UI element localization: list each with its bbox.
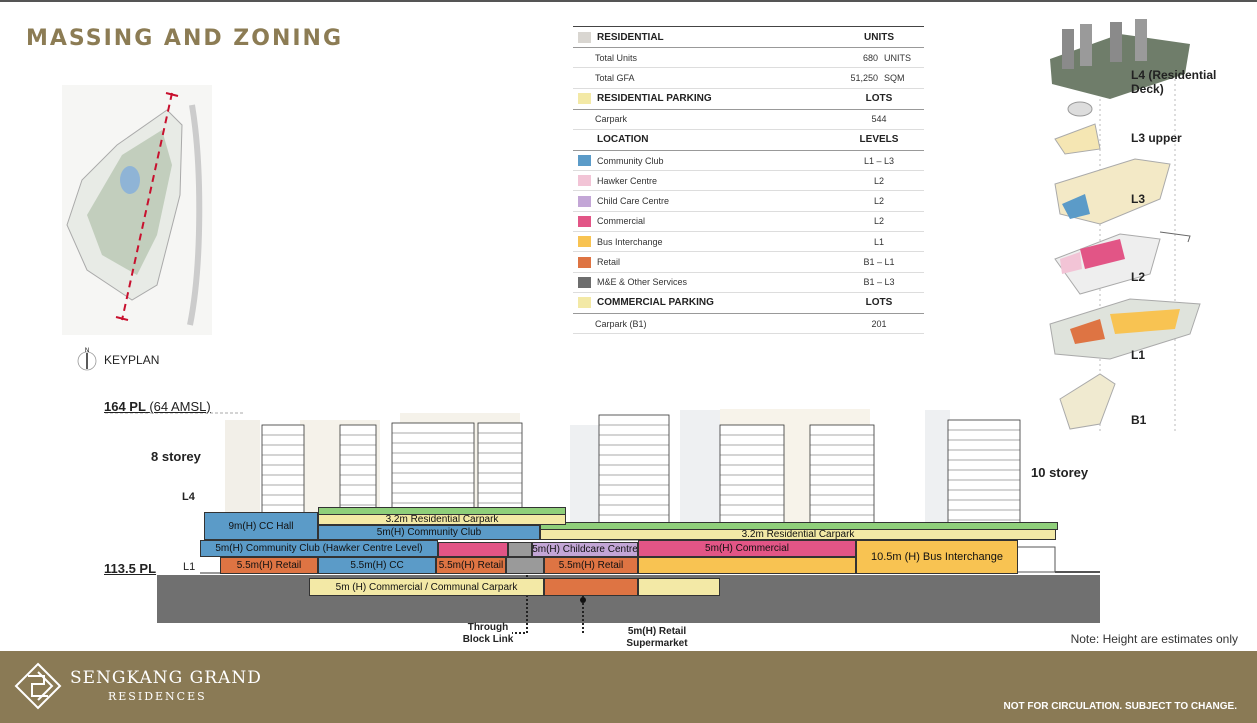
table-row: M&E & Other Services B1 – L3 [573, 273, 924, 293]
l1-label: L1 [183, 561, 196, 573]
block-me-services [508, 542, 532, 557]
table-row: Carpark 544 [573, 110, 924, 130]
brand-logo-icon [14, 662, 62, 710]
legend-swatch [578, 236, 591, 248]
disclaimer: NOT FOR CIRCULATION. SUBJECT TO CHANGE. [1003, 701, 1237, 712]
block-childcare: 5m(H) Childcare Centre [532, 542, 638, 557]
table-row: Total Units 680 UNITS [573, 48, 924, 69]
storey-right: 10 storey [1031, 465, 1089, 480]
brand-name: SENGKANG GRAND [70, 668, 262, 688]
level-label-l2: L2 [1131, 270, 1146, 284]
level-label-l4: L4 (Residential Deck) [1131, 68, 1217, 96]
level-label-l3-upper: L3 upper [1131, 131, 1182, 145]
legend-swatch [578, 256, 591, 268]
table-row: Bus Interchange L1 [573, 232, 924, 253]
table-row: Commercial L2 [573, 212, 924, 233]
legend-swatch [578, 276, 591, 288]
l3-upper-disc [1067, 101, 1093, 117]
block-bus-interchange: 10.5m (H) Bus Interchange [856, 540, 1018, 574]
level-label-l3: L3 [1131, 192, 1146, 206]
block-res-carpark-b: 3.2m Residential Carpark [540, 529, 1056, 540]
location-header: LOCATION LEVELS [573, 130, 924, 151]
pl-top-label: 164 PL (64 AMSL) [104, 399, 211, 414]
block-me-l1 [506, 557, 544, 574]
height-note: Note: Height are estimates only [1070, 632, 1238, 646]
block-bus-ext [638, 557, 856, 574]
table-row: Carpark (B1) 201 [573, 314, 924, 335]
section-background [105, 409, 1100, 635]
table-row: Total GFA 51,250 SQM [573, 68, 924, 89]
block-cc-l3: 5m(H) Community Club [318, 525, 540, 540]
page-title: MASSING AND ZONING [26, 26, 344, 51]
through-block-link-label: Through Block Link [462, 622, 514, 645]
pl-ground-label: 113.5 PL [104, 561, 157, 576]
supermarket-label: 5m(H) Retail Supermarket [626, 626, 688, 649]
table-row: Child Care Centre L2 [573, 191, 924, 212]
block-cc-hall: 9m(H) CC Hall [204, 512, 318, 540]
block-retail-a: 5.5m(H) Retail [220, 557, 318, 574]
l3-upper-diagram [1054, 123, 1101, 155]
commercial-parking-header: COMMERCIAL PARKING LOTS [573, 293, 924, 314]
block-b1-carpark: 5m (H) Commercial / Communal Carpark [309, 578, 544, 596]
block-b1-retail [544, 578, 638, 596]
block-res-carpark-a: 3.2m Residential Carpark [318, 514, 566, 525]
block-b1-carpark-b [638, 578, 720, 596]
block-cc-l1: 5.5m(H) CC [318, 557, 436, 574]
residential-parking-swatch [578, 93, 591, 105]
legend-swatch [578, 175, 591, 187]
residential-header: RESIDENTIAL UNITS [573, 27, 924, 48]
table-row: Retail B1 – L1 [573, 252, 924, 273]
residential-swatch [578, 31, 591, 43]
legend-swatch [578, 195, 591, 207]
keyplan-map [62, 85, 212, 335]
table-row: Hawker Centre L2 [573, 171, 924, 192]
block-commercial-small [438, 542, 508, 557]
commercial-parking-swatch [578, 297, 591, 309]
block-retail-b: 5.5m(H) Retail [436, 557, 506, 574]
zoning-table: RESIDENTIAL UNITS Total Units 680 UNITS T… [573, 26, 924, 335]
brand-sub: RESIDENCES [108, 690, 207, 703]
legend-swatch [578, 215, 591, 227]
l4-label: L4 [182, 491, 195, 503]
table-row: Community Club L1 – L3 [573, 151, 924, 172]
keyplan-label: KEYPLAN [104, 353, 160, 367]
block-commercial: 5m(H) Commercial [638, 540, 856, 557]
level-label-l1: L1 [1131, 348, 1146, 362]
residential-parking-header: RESIDENTIAL PARKING LOTS [573, 89, 924, 110]
top-rule [0, 0, 1257, 2]
block-cc-hawker: 5m(H) Community Club (Hawker Centre Leve… [200, 540, 438, 557]
block-retail-c: 5.5m(H) Retail [544, 557, 638, 574]
north-label: N [85, 348, 89, 354]
legend-swatch [578, 155, 591, 167]
north-arrow-icon: N [77, 348, 97, 371]
storey-left: 8 storey [151, 449, 201, 464]
